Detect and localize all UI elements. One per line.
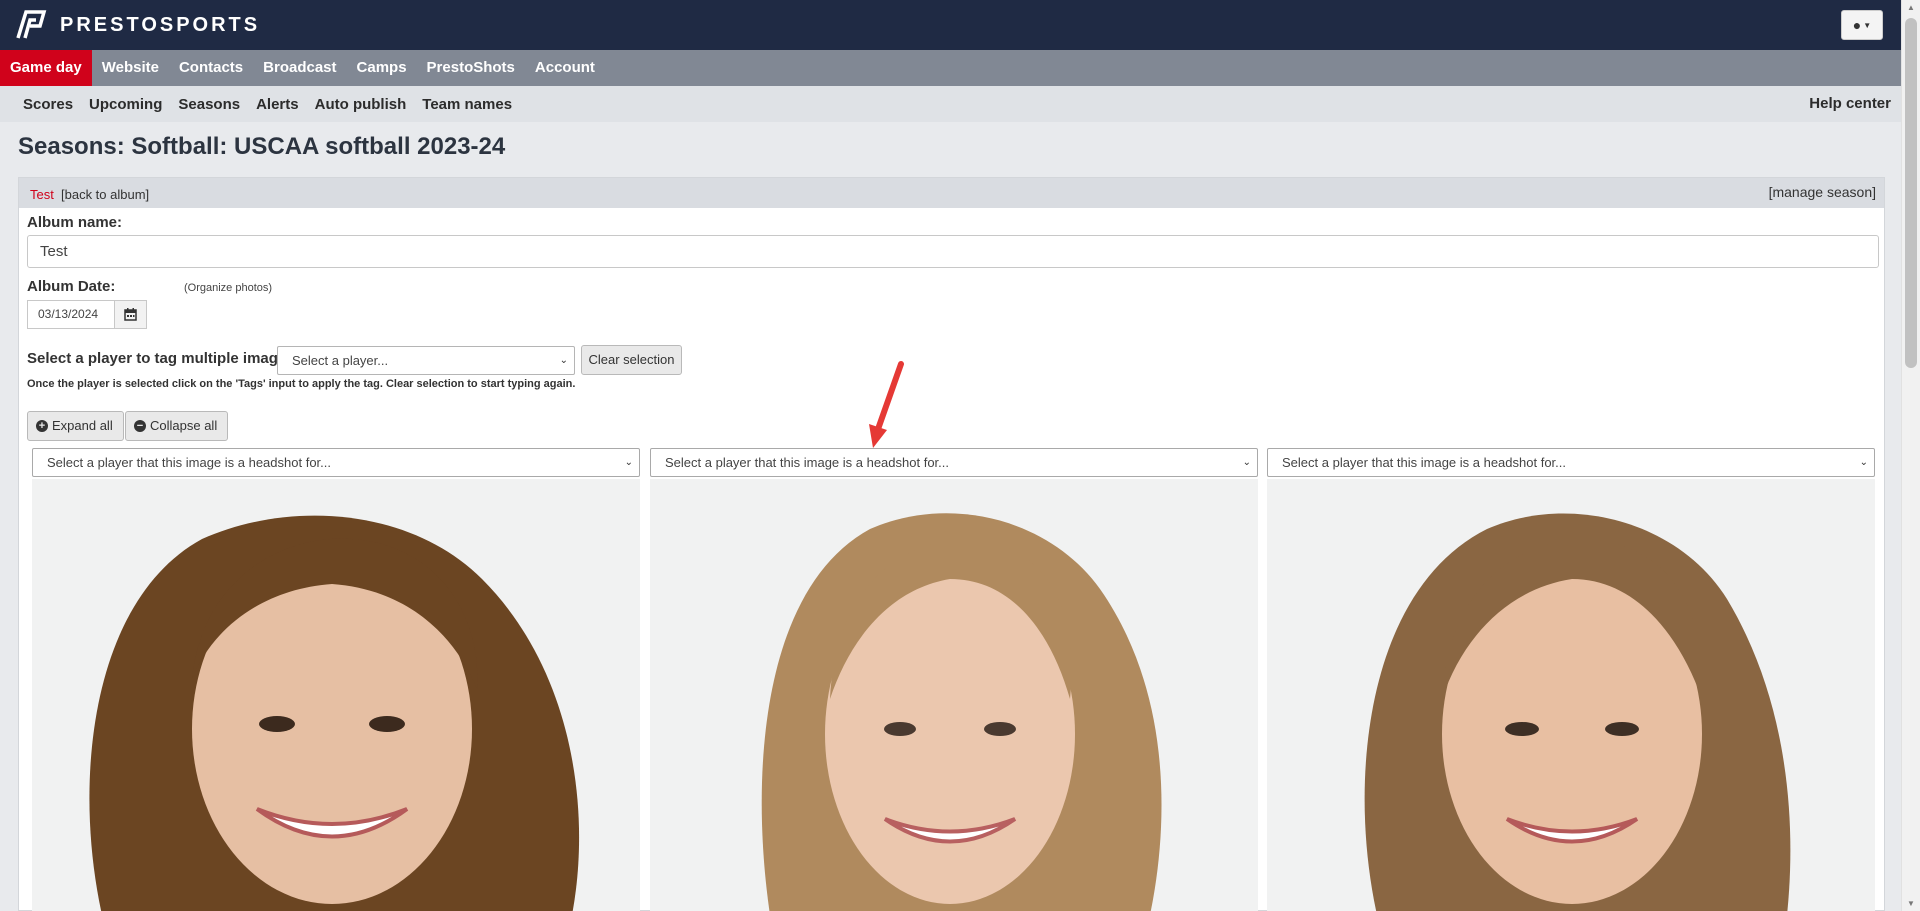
headshot-select-2[interactable]: Select a player that this image is a hea…	[650, 448, 1258, 477]
panel-header: Test [back to album] [manage season]	[19, 178, 1884, 208]
album-panel: Test [back to album] [manage season] Alb…	[18, 177, 1885, 911]
nav-contacts[interactable]: Contacts	[169, 50, 253, 86]
subnav-upcoming[interactable]: Upcoming	[81, 96, 170, 113]
headshot-select-3-value: Select a player that this image is a hea…	[1282, 455, 1566, 470]
headshot-image-3	[1267, 479, 1875, 911]
album-date-field: 03/13/2024	[27, 300, 147, 329]
headshot-photo-2[interactable]	[650, 479, 1258, 911]
back-to-album-link[interactable]: [back to album]	[61, 187, 149, 202]
brand-name: PRESTOSPORTS	[60, 13, 261, 36]
tag-hint-text: Once the player is selected click on the…	[27, 378, 576, 390]
user-icon: ●	[1852, 17, 1862, 33]
sub-nav: Scores Upcoming Seasons Alerts Auto publ…	[0, 86, 1901, 122]
nav-game-day[interactable]: Game day	[0, 50, 92, 86]
nav-website[interactable]: Website	[92, 50, 169, 86]
brand-logo[interactable]: PRESTOSPORTS	[14, 10, 260, 40]
headshot-select-3[interactable]: Select a player that this image is a hea…	[1267, 448, 1875, 477]
album-date-label: Album Date:	[27, 278, 116, 295]
chevron-down-icon: ⌄	[624, 457, 633, 468]
calendar-button[interactable]	[114, 300, 147, 329]
scroll-down-icon[interactable]: ▼	[1907, 899, 1915, 908]
nav-camps[interactable]: Camps	[347, 50, 417, 86]
chevron-down-icon: ⌄	[1859, 457, 1868, 468]
top-bar: PRESTOSPORTS ● ▼	[0, 0, 1901, 50]
nav-broadcast[interactable]: Broadcast	[253, 50, 346, 86]
help-center-link[interactable]: Help center	[1809, 86, 1891, 122]
subnav-team-names[interactable]: Team names	[414, 96, 520, 113]
plus-circle-icon: +	[36, 420, 48, 432]
minus-circle-icon: −	[134, 420, 146, 432]
manage-season-link[interactable]: [manage season]	[1769, 184, 1876, 200]
album-name-input[interactable]: Test	[27, 235, 1879, 268]
prestosports-logo-icon	[16, 10, 47, 39]
expand-all-label: Expand all	[52, 418, 113, 433]
headshot-image-2	[650, 479, 1258, 911]
scrollbar-thumb[interactable]	[1905, 18, 1917, 368]
expand-all-button[interactable]: + Expand all	[27, 411, 124, 441]
collapse-all-label: Collapse all	[150, 418, 218, 433]
headshot-select-2-value: Select a player that this image is a hea…	[665, 455, 949, 470]
chevron-down-icon: ⌄	[559, 355, 568, 366]
headshot-image-1	[32, 479, 640, 911]
tag-player-select-value: Select a player...	[292, 353, 389, 368]
caret-down-icon: ▼	[1863, 20, 1872, 30]
tag-player-label: Select a player to tag multiple images:	[27, 350, 300, 367]
nav-prestoshots[interactable]: PrestoShots	[417, 50, 525, 86]
annotation-arrow-icon	[869, 361, 904, 448]
page-scrollbar[interactable]: ▲ ▼	[1901, 0, 1920, 911]
page-title: Seasons: Softball: USCAA softball 2023-2…	[18, 133, 506, 160]
scroll-up-icon[interactable]: ▲	[1907, 3, 1915, 12]
user-menu-button[interactable]: ● ▼	[1841, 10, 1883, 40]
headshot-photo-3[interactable]	[1267, 479, 1875, 911]
headshot-photo-1[interactable]	[32, 479, 640, 911]
nav-account[interactable]: Account	[525, 50, 605, 86]
page: PRESTOSPORTS ● ▼ Game day Website Contact…	[0, 0, 1920, 911]
album-date-input[interactable]: 03/13/2024	[27, 300, 114, 329]
subnav-scores[interactable]: Scores	[15, 96, 81, 113]
tag-player-select[interactable]: Select a player... ⌄	[277, 346, 575, 375]
chevron-down-icon: ⌄	[1242, 457, 1251, 468]
subnav-alerts[interactable]: Alerts	[248, 96, 307, 113]
clear-selection-button[interactable]: Clear selection	[581, 345, 682, 375]
headshot-select-1[interactable]: Select a player that this image is a hea…	[32, 448, 640, 477]
subnav-auto-publish[interactable]: Auto publish	[307, 96, 415, 113]
album-name-label: Album name:	[27, 214, 123, 231]
calendar-icon	[124, 308, 137, 321]
breadcrumb-current[interactable]: Test	[30, 187, 54, 202]
organize-photos-link[interactable]: (Organize photos)	[184, 282, 272, 294]
subnav-seasons[interactable]: Seasons	[170, 96, 248, 113]
main-nav: Game day Website Contacts Broadcast Camp…	[0, 50, 1901, 86]
headshot-select-1-value: Select a player that this image is a hea…	[47, 455, 331, 470]
collapse-all-button[interactable]: − Collapse all	[125, 411, 229, 441]
